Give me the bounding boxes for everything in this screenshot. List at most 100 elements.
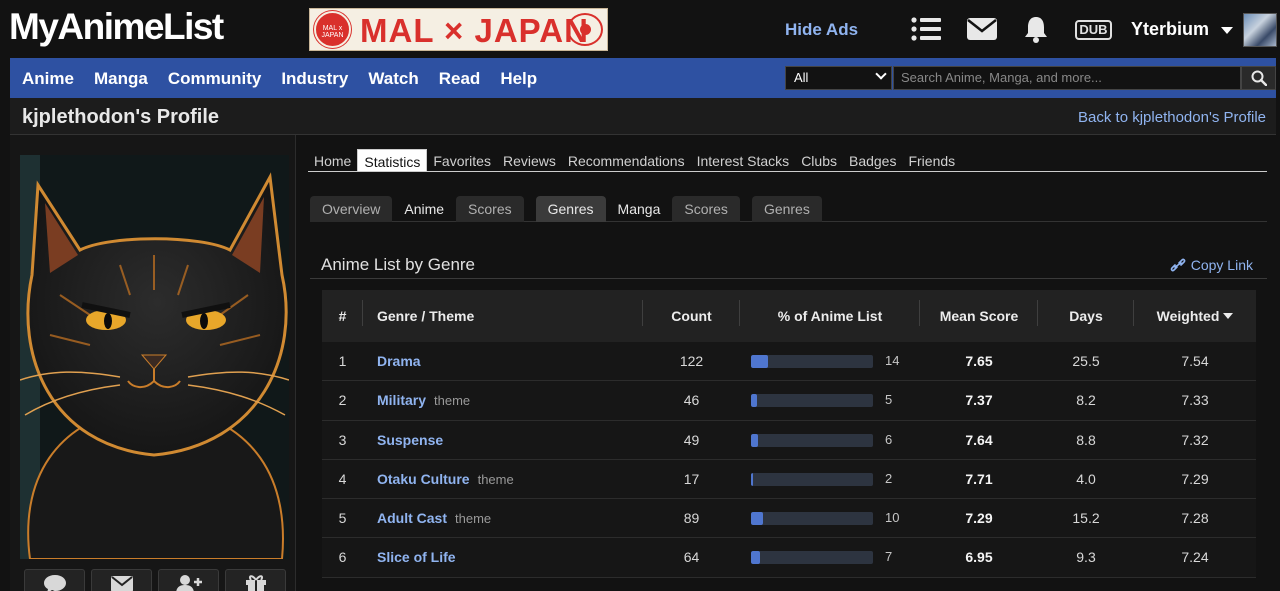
pct-bar-fill [751, 355, 769, 368]
add-friend-button[interactable] [158, 569, 219, 591]
mean-score-cell: 7.64 [920, 421, 1038, 459]
col-count-header[interactable]: Count [643, 290, 740, 342]
count-cell: 122 [679, 353, 704, 369]
table-row: 3 Suspense 49 6 7.64 8.8 7.32 [322, 420, 1256, 460]
nav-item-industry[interactable]: Industry [281, 58, 348, 98]
nav-menu: Anime Manga Community Industry Watch Read Help [10, 58, 545, 98]
search-type-select[interactable]: All [785, 66, 892, 90]
gift-button[interactable] [225, 569, 286, 591]
username-menu[interactable]: Yterbium [1131, 19, 1209, 40]
banner-text: MAL × JAPAN [360, 12, 589, 49]
table-row: 1 Drama 122 14 7.65 25.5 7.54 [322, 342, 1256, 382]
search-input[interactable]: Search Anime, Manga, and more... [893, 66, 1241, 90]
back-to-profile-link[interactable]: Back to kjplethodon's Profile [1078, 109, 1266, 126]
search-button[interactable] [1241, 66, 1276, 90]
theme-tag: theme [477, 471, 514, 487]
rank-cell: 1 [338, 353, 347, 369]
search-icon [1251, 70, 1267, 86]
dub-toggle-badge[interactable]: DUB [1075, 20, 1112, 40]
genre-link[interactable]: Slice of Life [377, 549, 456, 565]
mail-icon[interactable] [965, 15, 999, 43]
pct-bar-track [751, 394, 873, 408]
tab-home[interactable]: Home [308, 149, 357, 171]
tab-manga-label: Manga [617, 201, 661, 217]
nav-item-read[interactable]: Read [439, 58, 481, 98]
col-days-header[interactable]: Days [1038, 290, 1134, 342]
list-icon[interactable] [910, 15, 942, 43]
message-button[interactable] [91, 569, 152, 591]
mal-japan-banner[interactable]: MAL x JAPAN MAL × JAPAN [309, 8, 608, 51]
tab-reviews[interactable]: Reviews [497, 149, 562, 171]
table-body: 1 Drama 122 14 7.65 25.5 7.54 2 Military theme 46 5… [322, 342, 1256, 578]
genre-link[interactable]: Drama [377, 353, 421, 369]
col-pct-header[interactable]: % of Anime List [740, 290, 920, 342]
banner-seal-icon: MAL x JAPAN [314, 11, 351, 48]
pct-value: 5 [885, 392, 893, 408]
hide-ads-link[interactable]: Hide Ads [785, 20, 858, 40]
tab-friends[interactable]: Friends [902, 149, 961, 171]
pct-bar-track [751, 512, 873, 526]
weighted-cell: 7.32 [1181, 431, 1209, 448]
mean-score-value: 7.71 [965, 470, 993, 487]
days-cell: 4.0 [1076, 470, 1096, 487]
rank-cell: 4 [338, 470, 347, 487]
genre-link[interactable]: Suspense [377, 432, 443, 448]
genre-cell: Otaku Culture theme [363, 460, 643, 498]
bell-icon[interactable] [1021, 15, 1051, 43]
pct-value: 2 [885, 470, 893, 486]
profile-tabs: Home Statistics Favorites Reviews Recommenda… [308, 149, 1267, 172]
nav-item-help[interactable]: Help [500, 58, 537, 98]
mean-score-value: 6.95 [965, 549, 993, 566]
genre-link[interactable]: Otaku Culture [377, 471, 470, 487]
mean-score-cell: 7.65 [920, 342, 1038, 380]
tab-overview[interactable]: Overview [310, 196, 393, 222]
weighted-cell: 7.28 [1181, 510, 1209, 527]
tab-anime-genres[interactable]: Genres [535, 196, 606, 222]
tab-recommendations[interactable]: Recommendations [562, 149, 691, 171]
genre-cell: Drama [363, 342, 643, 380]
chevron-down-icon[interactable] [1221, 27, 1233, 34]
pct-bar-fill [751, 433, 759, 447]
site-logo[interactable]: MyAnimeList [9, 6, 224, 48]
profile-action-buttons [24, 569, 286, 591]
nav-item-watch[interactable]: Watch [368, 58, 418, 98]
tab-manga-genres[interactable]: Genres [751, 196, 822, 222]
nav-item-manga[interactable]: Manga [94, 58, 148, 98]
genre-link[interactable]: Military [377, 392, 426, 408]
theme-tag: theme [455, 511, 492, 527]
pct-cell: 6 [740, 421, 920, 459]
weighted-cell: 7.24 [1181, 549, 1209, 566]
col-rank-header[interactable]: # [322, 290, 363, 342]
tab-statistics[interactable]: Statistics [357, 149, 428, 171]
tab-manga-scores[interactable]: Scores [672, 196, 740, 222]
rank-cell: 5 [338, 510, 347, 527]
genre-cell: Military theme [363, 381, 643, 419]
genre-link[interactable]: Adult Cast [377, 510, 447, 526]
rank-cell: 2 [338, 392, 347, 409]
table-row: 6 Slice of Life 64 7 6.95 9.3 7.24 [322, 538, 1256, 578]
tab-anime-scores[interactable]: Scores [456, 196, 524, 222]
copy-link-button[interactable]: Copy Link [1170, 257, 1253, 273]
col-genre-header[interactable]: Genre / Theme [363, 290, 643, 342]
top-header: MyAnimeList MAL x JAPAN MAL × JAPAN Hide… [0, 0, 1280, 57]
nav-item-community[interactable]: Community [168, 58, 262, 98]
pct-value: 7 [885, 549, 893, 565]
tab-favorites[interactable]: Favorites [427, 149, 497, 171]
tab-clubs[interactable]: Clubs [795, 149, 843, 171]
nav-item-anime[interactable]: Anime [22, 58, 74, 98]
tab-interest-stacks[interactable]: Interest Stacks [691, 149, 796, 171]
mean-score-value: 7.64 [965, 431, 993, 448]
comment-icon [43, 575, 66, 591]
pct-bar-fill [751, 512, 764, 526]
tab-badges[interactable]: Badges [843, 149, 902, 171]
gift-icon [245, 575, 266, 591]
genre-cell: Adult Cast theme [363, 499, 643, 537]
col-weighted-label: Weighted [1156, 308, 1220, 324]
col-mean-header[interactable]: Mean Score [920, 290, 1038, 342]
user-avatar[interactable] [1243, 13, 1277, 47]
profile-sidebar [10, 135, 296, 591]
search-type-value: All [794, 70, 809, 85]
count-cell: 49 [683, 431, 700, 448]
comment-button[interactable] [24, 569, 85, 591]
col-weighted-header[interactable]: Weighted [1134, 290, 1256, 342]
